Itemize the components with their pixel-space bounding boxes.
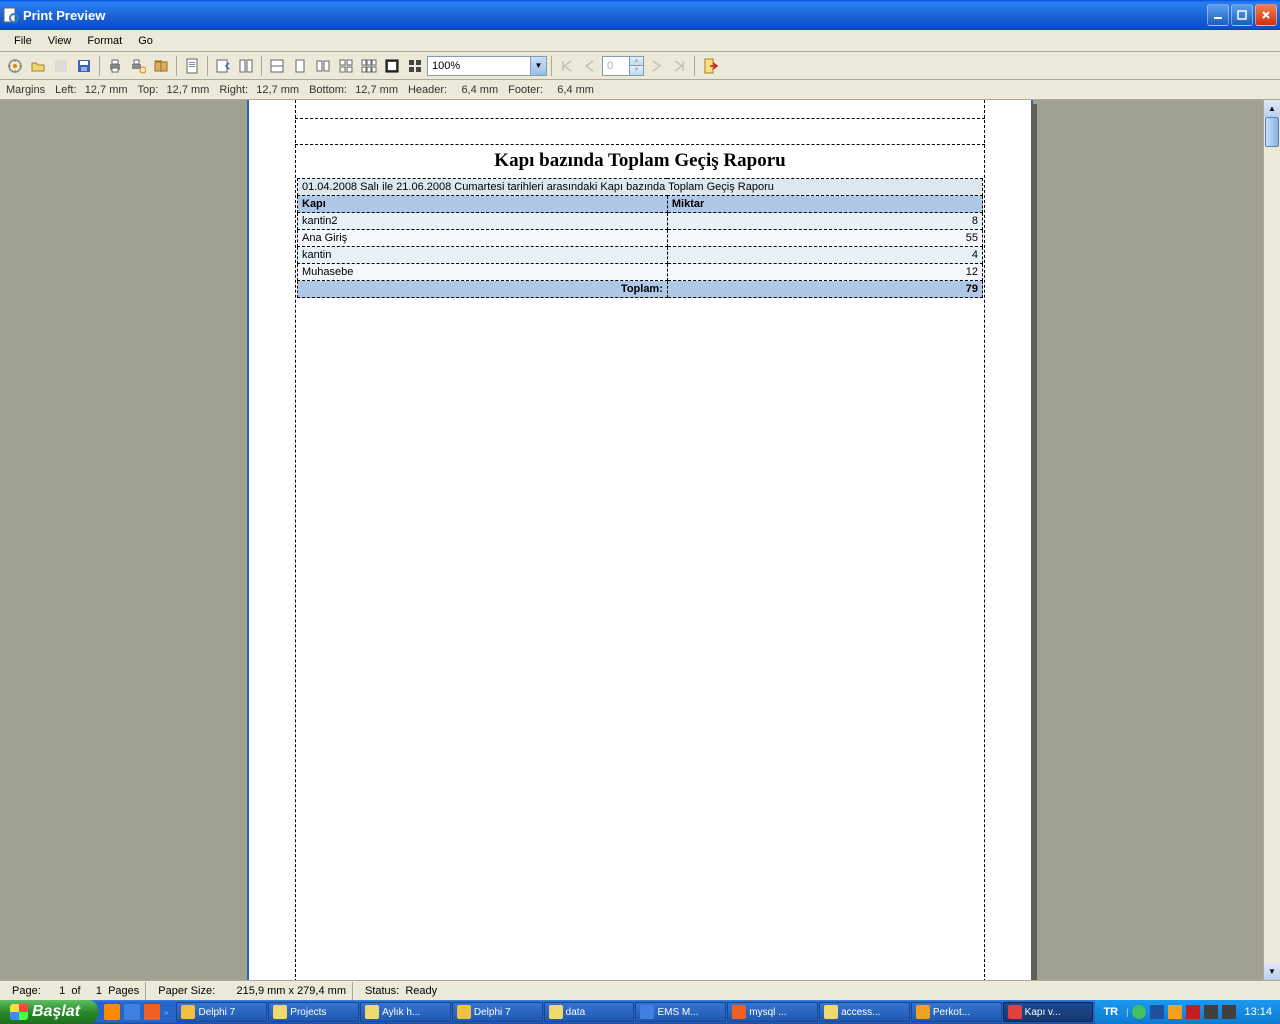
maximize-button[interactable] xyxy=(1231,4,1253,26)
task-item[interactable]: access... xyxy=(819,1002,910,1022)
statusbar: Page: 1 of 1 Pages Paper Size: 215,9 mm … xyxy=(0,980,1280,1000)
titlebar: Print Preview xyxy=(0,0,1280,30)
taskbar-tasks: Delphi 7 Projects Aylık h... Delphi 7 da… xyxy=(174,1000,1095,1024)
report-subtitle: 01.04.2008 Salı ile 21.06.2008 Cumartesi… xyxy=(298,179,983,196)
ql-icon-2[interactable] xyxy=(124,1004,140,1020)
tray-icon[interactable] xyxy=(1186,1005,1200,1019)
shrink-button[interactable] xyxy=(212,55,234,77)
clock[interactable]: 13:14 xyxy=(1244,1006,1272,1018)
report-title: Kapı bazında Toplam Geçiş Raporu xyxy=(297,150,983,172)
page-preview: Kapı bazında Toplam Geçiş Raporu 01.04.2… xyxy=(247,100,1033,980)
task-item[interactable]: EMS M... xyxy=(635,1002,726,1022)
task-item-active[interactable]: Kapı v... xyxy=(1003,1002,1094,1022)
menu-file[interactable]: File xyxy=(6,33,40,49)
menu-format[interactable]: Format xyxy=(79,33,130,49)
close-button[interactable] xyxy=(1255,4,1277,26)
scroll-down-icon[interactable]: ▼ xyxy=(1264,963,1280,980)
task-item[interactable]: mysql ... xyxy=(727,1002,818,1022)
page-up[interactable]: ▲ xyxy=(629,57,643,66)
col-miktar: Miktar xyxy=(667,196,982,213)
zoom-value: 100% xyxy=(428,60,530,72)
first-page-button xyxy=(556,55,578,77)
windows-flag-icon xyxy=(10,1004,28,1020)
tray-icon[interactable] xyxy=(1168,1005,1182,1019)
task-item[interactable]: Perkot... xyxy=(911,1002,1002,1022)
columns-button[interactable] xyxy=(235,55,257,77)
page-setup-button[interactable] xyxy=(181,55,203,77)
menubar: File View Format Go xyxy=(0,30,1280,52)
report-table: 01.04.2008 Salı ile 21.06.2008 Cumartesi… xyxy=(297,178,983,298)
page-input[interactable]: 0▲▼ xyxy=(602,56,644,76)
two-pages-button[interactable] xyxy=(312,55,334,77)
four-pages-button[interactable] xyxy=(335,55,357,77)
zoom-combo[interactable]: 100%▼ xyxy=(427,56,547,76)
task-item[interactable]: data xyxy=(544,1002,635,1022)
page-down[interactable]: ▼ xyxy=(629,66,643,75)
start-button[interactable]: Başlat xyxy=(0,1000,98,1024)
ql-icon-1[interactable] xyxy=(104,1004,120,1020)
save-as-button[interactable] xyxy=(73,55,95,77)
print-dialog-button[interactable] xyxy=(127,55,149,77)
lang-indicator[interactable]: TR xyxy=(1103,1006,1118,1018)
widen-button[interactable] xyxy=(381,55,403,77)
minimize-button[interactable] xyxy=(1207,4,1229,26)
task-item[interactable]: Projects xyxy=(268,1002,359,1022)
last-page-button xyxy=(668,55,690,77)
scroll-thumb[interactable] xyxy=(1265,117,1279,147)
design-button[interactable] xyxy=(4,55,26,77)
whole-page-button[interactable] xyxy=(289,55,311,77)
page-width-button[interactable] xyxy=(266,55,288,77)
task-item[interactable]: Delphi 7 xyxy=(452,1002,543,1022)
margins-label: Margins xyxy=(6,84,45,96)
toolbar: 100%▼ 0▲▼ xyxy=(0,52,1280,80)
menu-go[interactable]: Go xyxy=(130,33,161,49)
total-label: Toplam: xyxy=(298,281,668,298)
app-icon xyxy=(3,7,19,23)
tray-icon[interactable] xyxy=(1222,1005,1236,1019)
multi-page-button[interactable] xyxy=(358,55,380,77)
next-page-button xyxy=(645,55,667,77)
margins-bar: Margins Left:12,7 mm Top:12,7 mm Right:1… xyxy=(0,80,1280,100)
preview-area[interactable]: Kapı bazında Toplam Geçiş Raporu 01.04.2… xyxy=(0,100,1280,980)
open-button[interactable] xyxy=(27,55,49,77)
prev-page-button xyxy=(579,55,601,77)
close-preview-button[interactable] xyxy=(699,55,721,77)
menu-view[interactable]: View xyxy=(40,33,80,49)
system-tray: TR | 13:14 xyxy=(1095,1000,1280,1024)
vertical-scrollbar[interactable]: ▲ ▼ xyxy=(1263,100,1280,980)
tray-icon[interactable] xyxy=(1204,1005,1218,1019)
total-value: 79 xyxy=(667,281,982,298)
ql-expand-icon[interactable]: » xyxy=(164,1008,168,1017)
dropdown-icon[interactable]: ▼ xyxy=(530,57,546,75)
window-title: Print Preview xyxy=(23,8,1207,23)
taskbar: Başlat » Delphi 7 Projects Aylık h... De… xyxy=(0,1000,1280,1024)
report: Kapı bazında Toplam Geçiş Raporu 01.04.2… xyxy=(297,150,983,298)
scroll-up-icon[interactable]: ▲ xyxy=(1264,100,1280,117)
quick-launch: » xyxy=(98,1000,174,1024)
multipage-button[interactable] xyxy=(404,55,426,77)
save-button xyxy=(50,55,72,77)
explorer-button[interactable] xyxy=(150,55,172,77)
print-button[interactable] xyxy=(104,55,126,77)
tray-icon[interactable] xyxy=(1132,1005,1146,1019)
col-kapi: Kapı xyxy=(298,196,668,213)
tray-icon[interactable] xyxy=(1150,1005,1164,1019)
task-item[interactable]: Aylık h... xyxy=(360,1002,451,1022)
task-item[interactable]: Delphi 7 xyxy=(176,1002,267,1022)
ql-icon-3[interactable] xyxy=(144,1004,160,1020)
